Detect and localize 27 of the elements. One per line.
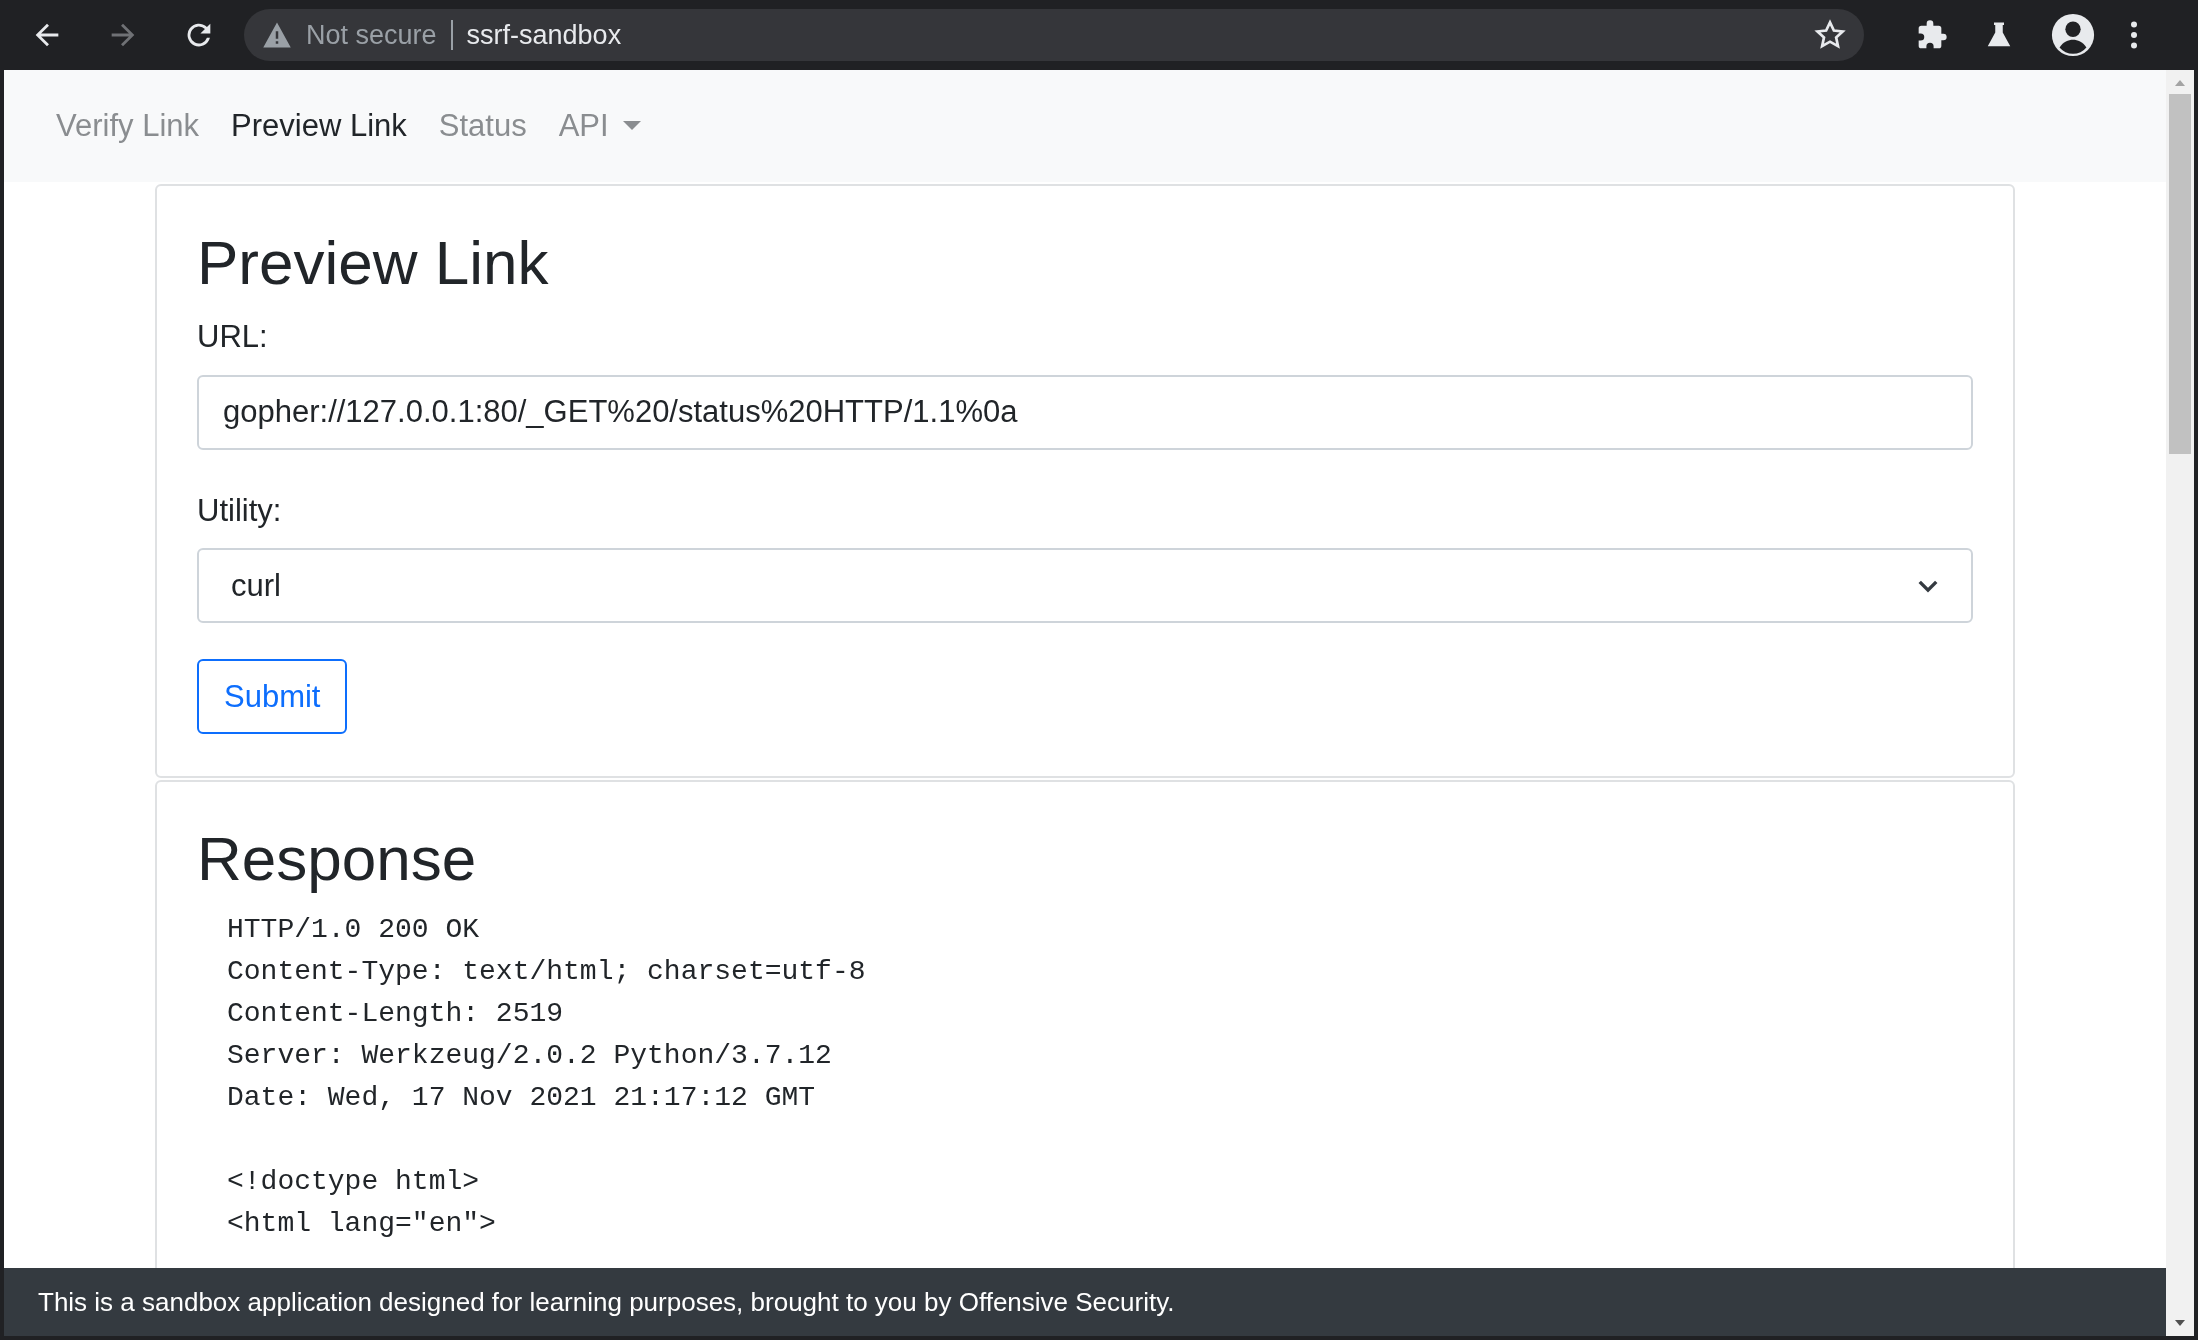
- address-bar[interactable]: ssrf-sandbox: [466, 14, 622, 56]
- code-line: Date: Wed, 17 Nov 2021 21:17:12 GMT: [227, 1080, 816, 1115]
- scrollbar-thumb[interactable]: [2169, 94, 2191, 454]
- code-line: <!doctype html>: [227, 1164, 480, 1199]
- scrollbar[interactable]: [2166, 70, 2194, 1336]
- menu-icon[interactable]: [2128, 20, 2140, 50]
- form-title: Preview Link: [197, 227, 550, 299]
- code-line: Content-Type: text/html; charset=utf-8: [227, 954, 866, 989]
- url-input[interactable]: gopher://127.0.0.1:80/_GET%20/status%20HTTP/1.1%0a: [197, 374, 1973, 450]
- url-label: URL:: [197, 318, 269, 357]
- code-line: <html lang="en">: [227, 1206, 496, 1241]
- puzzle-icon[interactable]: [1916, 19, 1948, 51]
- submit-button[interactable]: Submit: [197, 659, 348, 735]
- utility-label: Utility:: [197, 491, 283, 530]
- nav-link[interactable]: Preview Link: [231, 102, 407, 150]
- warning-icon: [262, 21, 292, 49]
- utility-select[interactable]: curl: [197, 548, 1973, 624]
- code-line: Server: Werkzeug/2.0.2 Python/3.7.12: [227, 1038, 832, 1073]
- security-label: Not secure: [306, 18, 437, 52]
- scroll-down-icon[interactable]: [2173, 1318, 2187, 1328]
- code-line: HTTP/1.0 200 OK: [227, 912, 480, 947]
- star-icon[interactable]: [1814, 19, 1846, 51]
- response-title: Response: [197, 823, 478, 896]
- chevron-down-icon: [1917, 578, 1939, 593]
- code-line: Content-Length: 2519: [227, 996, 564, 1031]
- avatar-icon[interactable]: [2050, 12, 2096, 58]
- footer-text: This is a sandbox application designed for learning purposes, brought to you by Offensive Security.: [4, 1268, 2166, 1336]
